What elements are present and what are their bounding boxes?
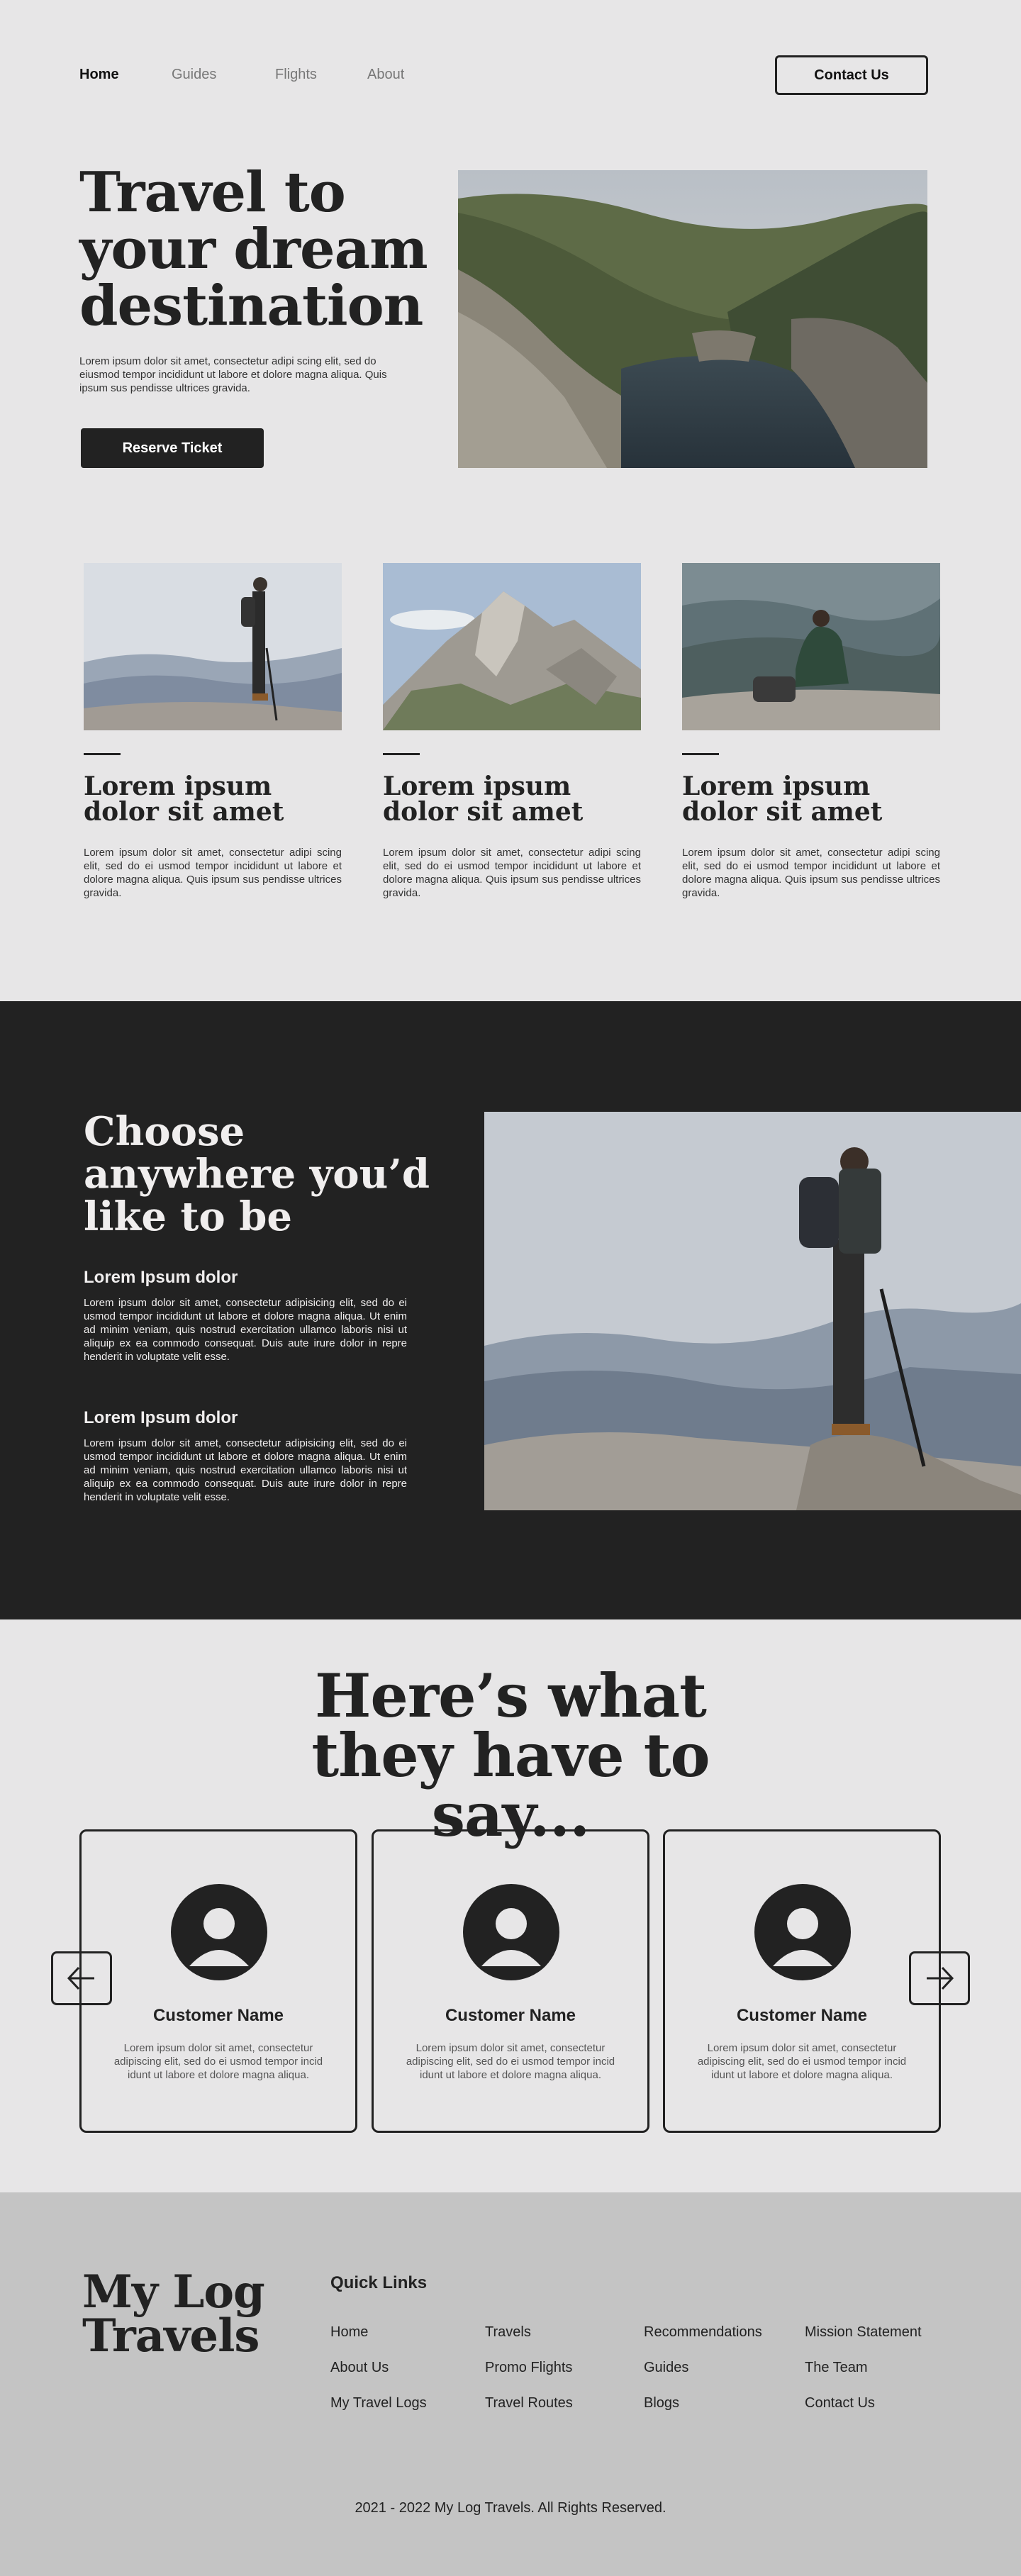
page-canvas [0,0,1021,2576]
